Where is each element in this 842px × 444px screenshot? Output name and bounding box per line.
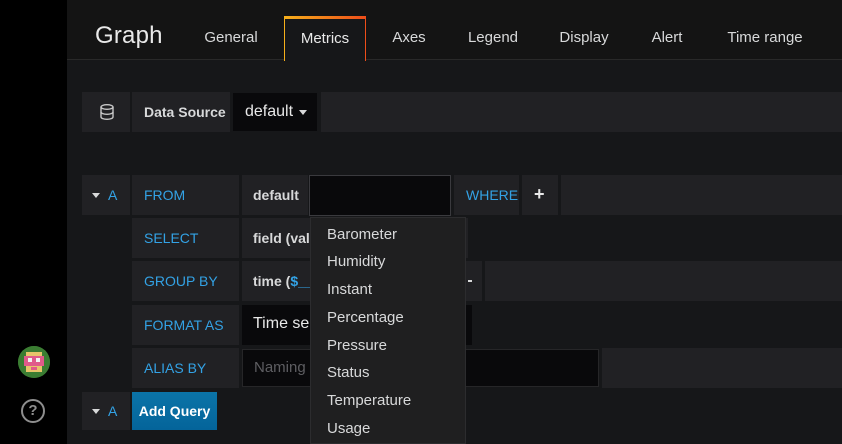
datasource-label-cell: Data Source: [132, 92, 230, 132]
datasource-value: default: [245, 103, 294, 120]
retention-policy: default: [253, 187, 299, 203]
measurement-option[interactable]: Usage: [327, 420, 370, 437]
measurement-option[interactable]: Humidity: [327, 253, 385, 270]
alias-by-placeholder: Naming: [254, 359, 306, 376]
tab-axes[interactable]: Axes: [377, 16, 441, 60]
alias-filler: [602, 348, 842, 388]
alias-by-label-cell: ALIAS BY: [132, 348, 239, 388]
query-ref-id: A: [108, 187, 118, 203]
add-query-button[interactable]: Add Query: [132, 392, 217, 430]
panel-type-title: Graph: [95, 22, 163, 49]
from-label: FROM: [144, 187, 186, 203]
group-by-time: time ($__: [253, 273, 314, 289]
measurement-option[interactable]: Percentage: [327, 309, 404, 326]
measurement-option[interactable]: Pressure: [327, 337, 387, 354]
collapse-caret-icon: [92, 409, 100, 414]
measurement-option[interactable]: Instant: [327, 281, 372, 298]
where-label-cell: WHERE: [454, 175, 519, 215]
tab-metrics[interactable]: Metrics: [284, 16, 366, 61]
format-as-label: FORMAT AS: [144, 317, 224, 333]
measurement-option[interactable]: Temperature: [327, 392, 411, 409]
where-label: WHERE: [466, 187, 519, 203]
group-by-extra-icon: [468, 280, 472, 282]
add-query-ref-id: A: [108, 403, 118, 419]
measurement-option[interactable]: Barometer: [327, 226, 397, 243]
collapse-caret-icon: [92, 193, 100, 198]
plus-icon: +: [534, 184, 545, 204]
measurement-dropdown: Barometer Humidity Instant Percentage Pr…: [310, 217, 466, 444]
from-filler: [561, 175, 842, 215]
datasource-filler: [321, 92, 842, 132]
select-field: field (valu: [253, 230, 319, 246]
tab-display[interactable]: Display: [545, 16, 623, 60]
format-as-value: Time se: [253, 315, 310, 332]
select-label: SELECT: [144, 230, 199, 246]
tab-legend[interactable]: Legend: [451, 16, 535, 60]
tab-general[interactable]: General: [189, 16, 273, 60]
user-avatar[interactable]: [18, 346, 50, 378]
format-as-label-cell: FORMAT AS: [132, 305, 239, 345]
caret-down-icon: [299, 110, 307, 115]
datasource-icon-cell: [82, 92, 130, 132]
datasource-label: Data Source: [144, 104, 226, 120]
help-icon[interactable]: ?: [21, 399, 45, 423]
select-label-cell: SELECT: [132, 218, 239, 258]
from-label-cell: FROM: [132, 175, 239, 215]
group-by-label: GROUP BY: [144, 273, 218, 289]
panel-editor: Graph General Metrics Axes Legend Displa…: [67, 0, 842, 444]
measurement-input[interactable]: [309, 175, 451, 216]
datasource-picker[interactable]: default: [233, 93, 317, 131]
side-menu: ?: [0, 0, 67, 444]
query-ref-toggle[interactable]: A: [82, 175, 130, 215]
tab-time-range[interactable]: Time range: [712, 16, 818, 60]
tab-alert[interactable]: Alert: [633, 16, 701, 60]
from-policy-cell[interactable]: default: [242, 175, 308, 215]
group-by-label-cell: GROUP BY: [132, 261, 239, 301]
alias-by-label: ALIAS BY: [144, 360, 207, 376]
editor-header: Graph General Metrics Axes Legend Displa…: [67, 0, 842, 61]
measurement-option[interactable]: Status: [327, 364, 370, 381]
add-query-ref-toggle[interactable]: A: [82, 392, 130, 430]
add-where-button[interactable]: +: [522, 175, 558, 215]
group-by-filler: [485, 261, 842, 301]
